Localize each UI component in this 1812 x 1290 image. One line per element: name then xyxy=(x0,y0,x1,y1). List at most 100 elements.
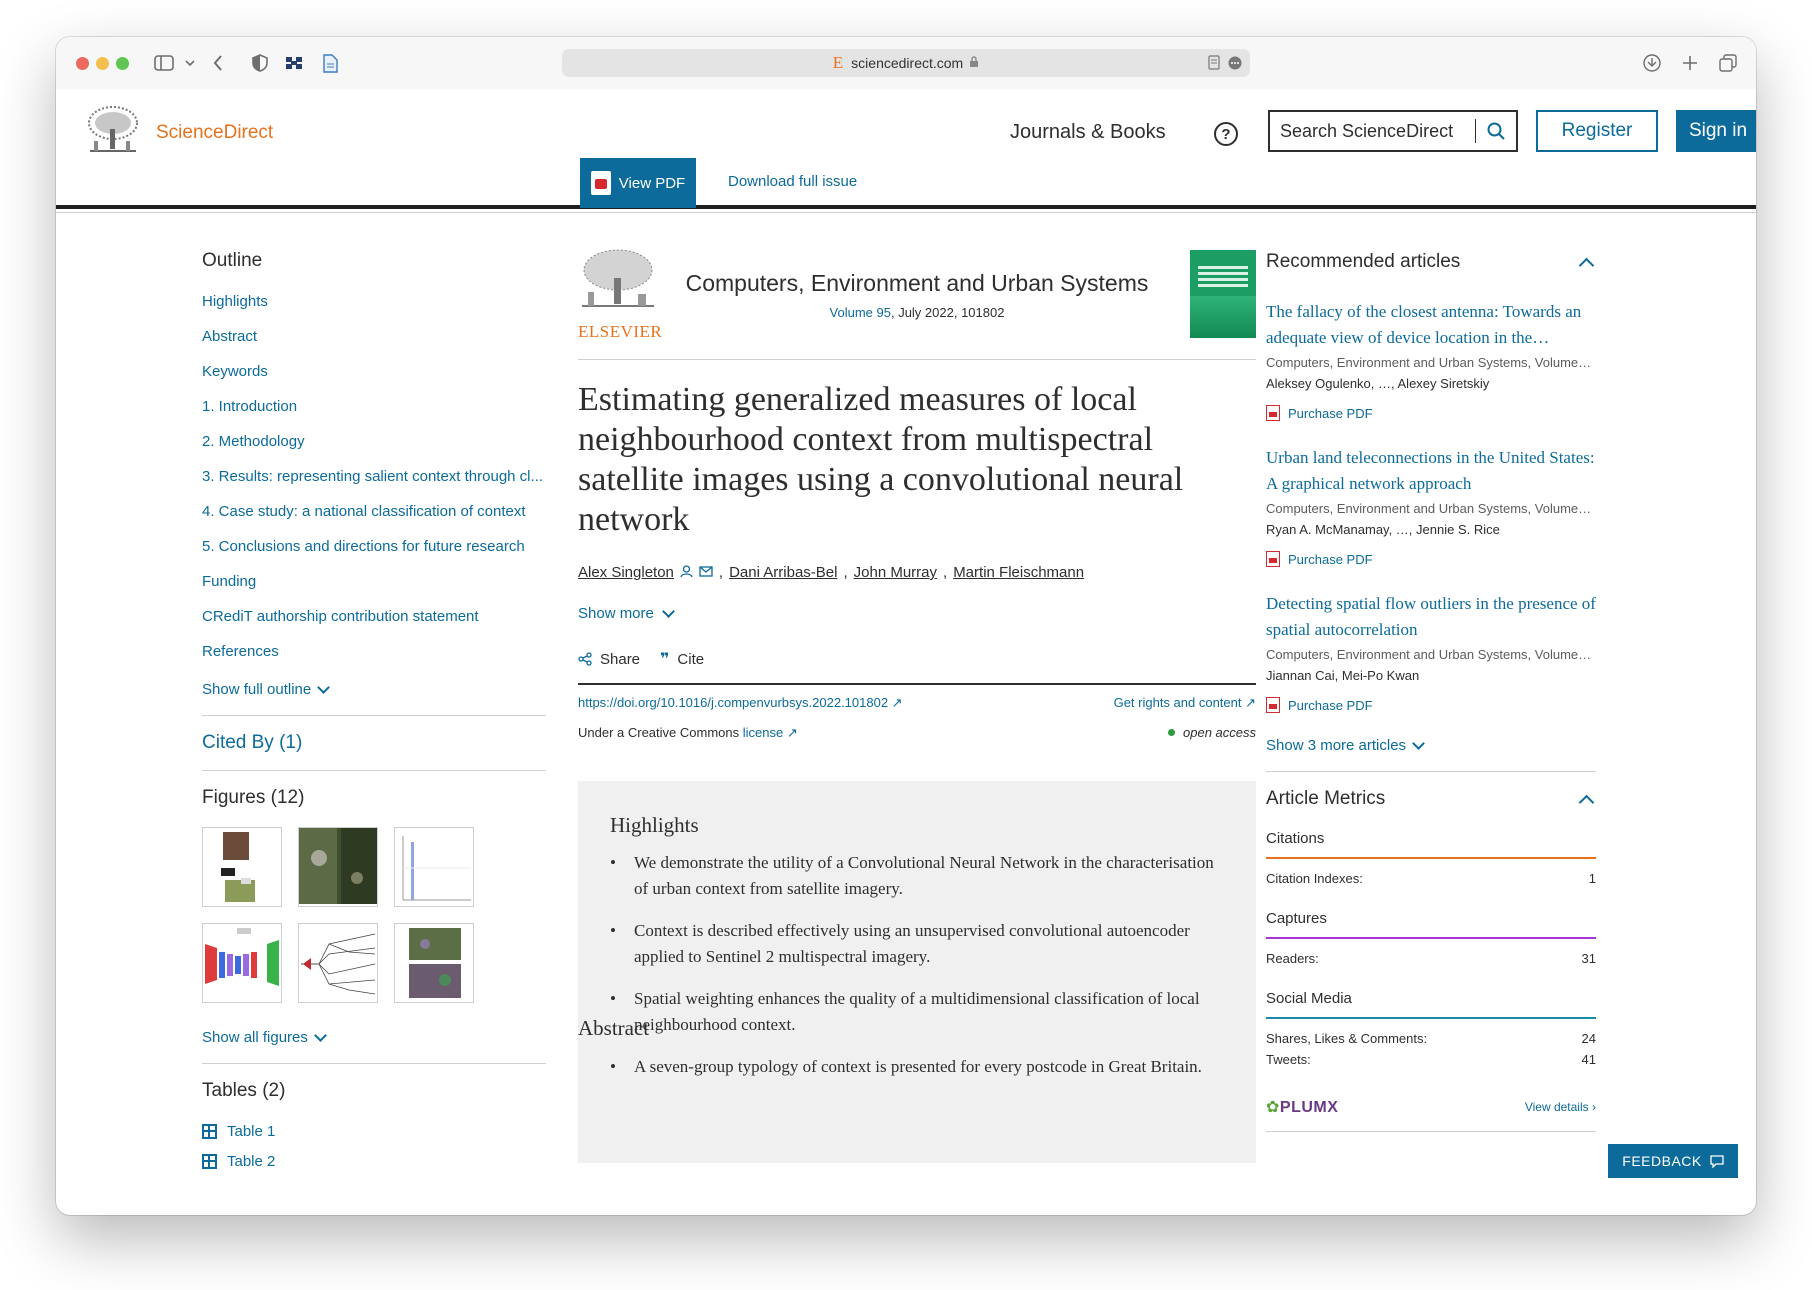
license-link[interactable]: license ↗ xyxy=(743,725,798,740)
outline-item[interactable]: References xyxy=(202,642,546,677)
purchase-pdf-link[interactable]: Purchase PDF xyxy=(1266,697,1596,713)
recommended-title-link[interactable]: The fallacy of the closest antenna: Towa… xyxy=(1266,299,1596,351)
journal-cover-image[interactable] xyxy=(1190,250,1256,338)
rights-link[interactable]: Get rights and content ↗ xyxy=(1114,695,1256,711)
view-pdf-button[interactable]: View PDF xyxy=(580,158,696,208)
cited-by-link[interactable]: Cited By (1) xyxy=(202,732,546,754)
figure-thumbnail[interactable] xyxy=(202,827,282,907)
author-list: Alex Singleton , Dani Arribas-Bel, John … xyxy=(578,564,1256,581)
tab-overview-icon[interactable] xyxy=(1716,51,1740,75)
citation-indexes-label: Citation Indexes: xyxy=(1266,871,1363,886)
elsevier-tree-logo[interactable] xyxy=(86,105,140,157)
show-all-figures-link[interactable]: Show all figures xyxy=(202,1028,327,1046)
divider xyxy=(202,715,546,716)
new-tab-icon[interactable] xyxy=(1678,51,1702,75)
recommended-header[interactable]: Recommended articles xyxy=(1266,251,1596,273)
back-icon[interactable] xyxy=(206,51,230,75)
brand-name[interactable]: ScienceDirect xyxy=(156,122,273,144)
author-separator: , xyxy=(943,564,948,581)
help-icon[interactable]: ? xyxy=(1214,122,1238,146)
plumx-footer: ✿PLUMX View details › xyxy=(1266,1097,1596,1132)
author-separator: , xyxy=(843,564,848,581)
highlight-item: Spatial weighting enhances the quality o… xyxy=(610,986,1216,1038)
journal-title[interactable]: Computers, Environment and Urban Systems xyxy=(578,270,1256,297)
volume-details: , July 2022, 101802 xyxy=(890,305,1005,320)
figure-thumbnail[interactable] xyxy=(202,923,282,1003)
download-icon[interactable] xyxy=(1640,51,1664,75)
author-link[interactable]: John Murray xyxy=(854,564,937,581)
show-more-articles-label: Show 3 more articles xyxy=(1266,737,1407,754)
close-window-button[interactable] xyxy=(76,57,89,70)
recommended-source: Computers, Environment and Urban Systems… xyxy=(1266,355,1592,370)
doi-link[interactable]: https://doi.org/10.1016/j.compenvurbsys.… xyxy=(578,695,903,711)
author-link[interactable]: Alex Singleton xyxy=(578,564,674,581)
table-label: Table 1 xyxy=(227,1122,276,1140)
extension-icon[interactable] xyxy=(282,51,306,75)
chevron-down-icon[interactable] xyxy=(178,51,202,75)
recommended-authors: Aleksey Ogulenko, …, Alexey Siretskiy xyxy=(1266,376,1490,391)
figure-thumbnail[interactable] xyxy=(298,923,378,1003)
search-input[interactable]: Search ScienceDirect xyxy=(1270,119,1476,143)
quote-icon: ❞ xyxy=(660,651,670,668)
search-box[interactable]: Search ScienceDirect xyxy=(1268,110,1518,152)
figure-thumbnail[interactable] xyxy=(394,923,474,1003)
table-link[interactable]: Table 2 xyxy=(202,1146,546,1176)
outline-item[interactable]: 2. Methodology xyxy=(202,432,546,467)
url-text: sciencedirect.com xyxy=(851,55,964,71)
outline-item[interactable]: Highlights xyxy=(202,292,546,327)
journals-books-link[interactable]: Journals & Books xyxy=(1010,121,1166,144)
license-text: Under a Creative Commons license ↗ xyxy=(578,725,798,741)
recommended-list: The fallacy of the closest antenna: Towa… xyxy=(1266,299,1596,713)
tables-list: Table 1 Table 2 xyxy=(202,1116,546,1176)
search-icon[interactable] xyxy=(1476,122,1516,140)
recommended-title-link[interactable]: Detecting spatial flow outliers in the p… xyxy=(1266,591,1596,643)
show-more-link[interactable]: Show more xyxy=(578,604,675,622)
sign-in-button[interactable]: Sign in xyxy=(1676,110,1756,152)
chevron-down-icon xyxy=(317,680,331,694)
outline-item[interactable]: 5. Conclusions and directions for future… xyxy=(202,537,546,572)
shares-label: Shares, Likes & Comments: xyxy=(1266,1031,1428,1046)
register-button[interactable]: Register xyxy=(1536,110,1658,152)
email-icon[interactable] xyxy=(699,565,713,580)
author-link[interactable]: Dani Arribas-Bel xyxy=(729,564,837,581)
volume-link[interactable]: Volume 95 xyxy=(830,305,891,320)
minimize-window-button[interactable] xyxy=(96,57,109,70)
cite-button[interactable]: ❞ Cite xyxy=(660,649,704,669)
feedback-button[interactable]: FEEDBACK xyxy=(1608,1144,1738,1178)
outline-item[interactable]: 1. Introduction xyxy=(202,397,546,432)
address-bar[interactable]: E sciencedirect.com xyxy=(562,49,1250,77)
metrics-header[interactable]: Article Metrics xyxy=(1266,788,1596,810)
person-icon[interactable] xyxy=(680,564,693,581)
sidebar-right: Recommended articles The fallacy of the … xyxy=(1266,251,1596,1132)
download-issue-link[interactable]: Download full issue xyxy=(728,173,857,190)
divider xyxy=(202,770,546,771)
reader-icon[interactable] xyxy=(1208,55,1220,73)
journal-volume: Volume 95, July 2022, 101802 xyxy=(578,305,1256,320)
table-link[interactable]: Table 1 xyxy=(202,1116,546,1146)
outline-item[interactable]: CRediT authorship contribution statement xyxy=(202,607,546,642)
sidebar-icon[interactable] xyxy=(152,51,176,75)
show-full-outline-link[interactable]: Show full outline xyxy=(202,680,331,698)
show-more-articles-link[interactable]: Show 3 more articles xyxy=(1266,736,1425,754)
purchase-pdf-link[interactable]: Purchase PDF xyxy=(1266,405,1596,421)
plumx-label: PLUMX xyxy=(1279,1099,1339,1116)
figure-thumbnail[interactable] xyxy=(298,827,378,907)
figure-thumbnail[interactable] xyxy=(394,827,474,907)
plumx-logo[interactable]: ✿PLUMX xyxy=(1266,1097,1338,1117)
shield-icon[interactable] xyxy=(248,51,272,75)
outline-item[interactable]: 4. Case study: a national classification… xyxy=(202,502,546,537)
chevron-down-icon xyxy=(662,604,675,618)
zoom-window-button[interactable] xyxy=(116,57,129,70)
outline-item[interactable]: Abstract xyxy=(202,327,546,362)
outline-item[interactable]: Funding xyxy=(202,572,546,607)
outline-item[interactable]: 3. Results: representing salient context… xyxy=(202,467,546,502)
document-icon[interactable] xyxy=(318,51,342,75)
view-details-link[interactable]: View details › xyxy=(1525,1100,1596,1114)
purchase-pdf-link[interactable]: Purchase PDF xyxy=(1266,551,1596,567)
author-link[interactable]: Martin Fleischmann xyxy=(953,564,1084,581)
outline-item[interactable]: Keywords xyxy=(202,362,546,397)
recommended-title-link[interactable]: Urban land teleconnections in the United… xyxy=(1266,445,1596,497)
more-options-icon[interactable] xyxy=(1228,56,1242,73)
outline-panel: Outline Highlights Abstract Keywords 1. Int… xyxy=(202,250,546,1176)
share-button[interactable]: Share xyxy=(578,651,640,668)
